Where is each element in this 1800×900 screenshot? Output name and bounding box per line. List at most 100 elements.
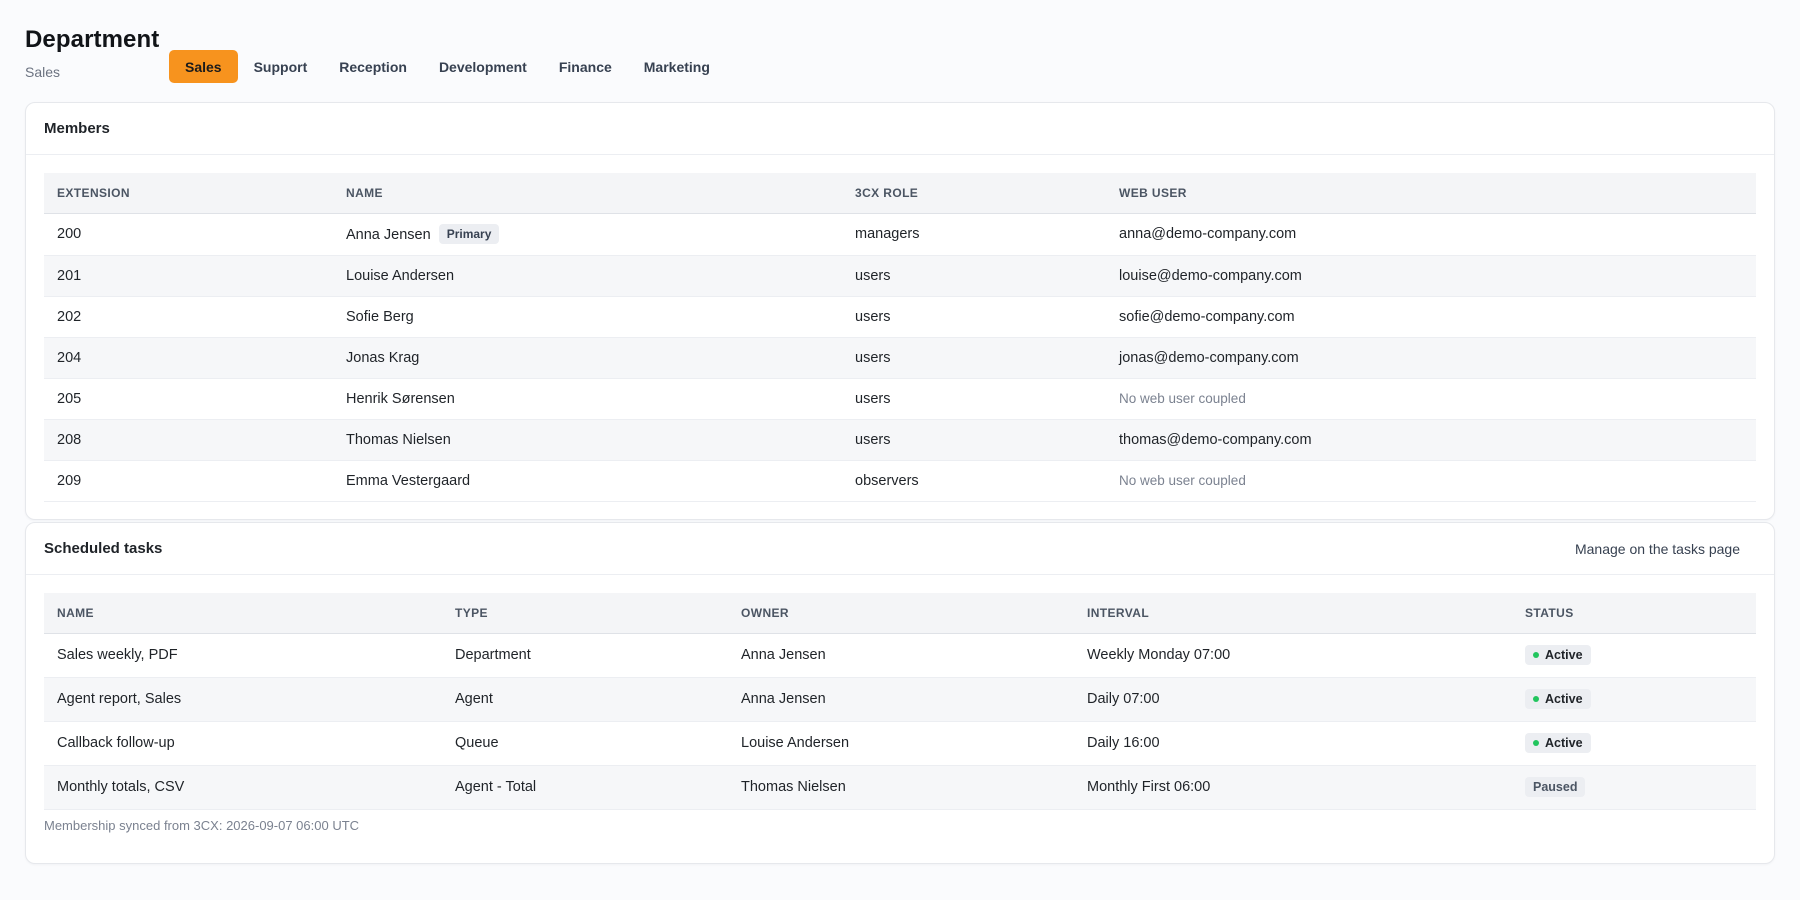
column-header-type[interactable]: TYPE [442,593,728,634]
members-table: EXTENSION NAME 3CX ROLE WEB USER 200 Ann… [44,173,1756,502]
table-row[interactable]: 200 Anna Jensen Primary managers anna@de… [44,213,1756,256]
cell-owner: Louise Andersen [728,721,1074,766]
cell-extension: 208 [44,419,333,461]
cell-web-user-empty: No web user coupled [1106,460,1756,502]
cell-interval: Weekly Monday 07:00 [1074,633,1512,678]
column-header-status[interactable]: STATUS [1512,593,1756,634]
status-badge: Paused [1525,777,1586,797]
cell-name: Sofie Berg [333,296,842,338]
cell-type: Department [442,633,728,678]
cell-web-user: anna@demo-company.com [1106,213,1756,256]
cell-extension: 202 [44,296,333,338]
cell-web-user: thomas@demo-company.com [1106,419,1756,461]
cell-role: managers [842,213,1106,256]
tab-support[interactable]: Support [238,50,324,83]
cell-name: Anna Jensen Primary [333,213,842,256]
cell-name: Emma Vestergaard [333,460,842,502]
cell-type: Agent [442,677,728,722]
column-header-name[interactable]: NAME [44,593,442,634]
column-header-web-user[interactable]: WEB USER [1106,173,1756,214]
status-badge: Active [1525,733,1591,753]
cell-task-name: Sales weekly, PDF [44,633,442,678]
table-row[interactable]: 205 Henrik Sørensen users No web user co… [44,378,1756,420]
table-row[interactable]: 208 Thomas Nielsen users thomas@demo-com… [44,419,1756,461]
page-title: Department [25,26,160,53]
cell-type: Agent - Total [442,765,728,810]
tab-development[interactable]: Development [423,50,543,83]
cell-extension: 200 [44,213,333,256]
table-header-row: EXTENSION NAME 3CX ROLE WEB USER [44,173,1756,214]
status-dot-icon [1533,696,1539,702]
cell-interval: Daily 07:00 [1074,677,1512,722]
column-header-owner[interactable]: OWNER [728,593,1074,634]
manage-tasks-link[interactable]: Manage on the tasks page [1575,541,1756,557]
column-header-role[interactable]: 3CX ROLE [842,173,1106,214]
tasks-title: Scheduled tasks [44,540,163,557]
cell-name: Thomas Nielsen [333,419,842,461]
status-label: Active [1545,692,1583,706]
cell-name: Jonas Krag [333,337,842,379]
page-subtitle: Sales [25,64,61,80]
column-header-interval[interactable]: INTERVAL [1074,593,1512,634]
cell-web-user-empty: No web user coupled [1106,378,1756,420]
cell-role: users [842,337,1106,379]
tab-finance[interactable]: Finance [543,50,628,83]
cell-owner: Anna Jensen [728,677,1074,722]
cell-web-user: louise@demo-company.com [1106,255,1756,297]
tasks-table: NAME TYPE OWNER INTERVAL STATUS Sales we… [44,593,1756,810]
table-row[interactable]: 202 Sofie Berg users sofie@demo-company.… [44,296,1756,338]
column-header-name[interactable]: NAME [333,173,842,214]
table-row[interactable]: Agent report, Sales Agent Anna Jensen Da… [44,677,1756,722]
cell-role: observers [842,460,1106,502]
cell-status: Active [1512,633,1756,678]
cell-owner: Anna Jensen [728,633,1074,678]
scheduled-tasks-card: Scheduled tasks Manage on the tasks page… [25,522,1775,864]
tab-sales[interactable]: Sales [169,50,238,83]
status-dot-icon [1533,740,1539,746]
cell-web-user: sofie@demo-company.com [1106,296,1756,338]
cell-status: Active [1512,721,1756,766]
cell-extension: 204 [44,337,333,379]
department-tabs: Sales Support Reception Development Fina… [169,50,726,83]
tasks-card-header: Scheduled tasks Manage on the tasks page [26,523,1774,575]
cell-type: Queue [442,721,728,766]
table-row[interactable]: Monthly totals, CSV Agent - Total Thomas… [44,765,1756,810]
cell-task-name: Callback follow-up [44,721,442,766]
department-header: Department Sales [25,26,159,80]
cell-name: Louise Andersen [333,255,842,297]
status-label: Active [1545,648,1583,662]
cell-extension: 205 [44,378,333,420]
cell-status: Active [1512,677,1756,722]
table-row[interactable]: Sales weekly, PDF Department Anna Jensen… [44,633,1756,678]
cell-status: Paused [1512,765,1756,810]
member-name: Anna Jensen [346,227,431,243]
sync-footnote: Membership synced from 3CX: 2026-09-07 0… [44,817,360,833]
primary-badge: Primary [438,224,500,244]
tab-reception[interactable]: Reception [323,50,423,83]
cell-role: users [842,255,1106,297]
tab-marketing[interactable]: Marketing [628,50,726,83]
cell-task-name: Agent report, Sales [44,677,442,722]
table-row[interactable]: 204 Jonas Krag users jonas@demo-company.… [44,337,1756,379]
cell-role: users [842,378,1106,420]
cell-role: users [842,296,1106,338]
table-row[interactable]: 201 Louise Andersen users louise@demo-co… [44,255,1756,297]
cell-interval: Monthly First 06:00 [1074,765,1512,810]
cell-role: users [842,419,1106,461]
members-card-header: Members [26,103,1774,155]
members-card: Members EXTENSION NAME 3CX ROLE WEB USER [25,102,1775,520]
status-badge: Active [1525,689,1591,709]
table-row[interactable]: 209 Emma Vestergaard observers No web us… [44,460,1756,502]
cell-name: Henrik Sørensen [333,378,842,420]
cell-interval: Daily 16:00 [1074,721,1512,766]
status-dot-icon [1533,652,1539,658]
table-row[interactable]: Callback follow-up Queue Louise Andersen… [44,721,1756,766]
members-title: Members [44,120,110,137]
status-badge: Active [1525,645,1591,665]
table-header-row: NAME TYPE OWNER INTERVAL STATUS [44,593,1756,634]
column-header-extension[interactable]: EXTENSION [44,173,333,214]
department-page: Department Sales Sales Support Reception… [0,0,1800,900]
status-label: Active [1545,736,1583,750]
cell-task-name: Monthly totals, CSV [44,765,442,810]
status-label: Paused [1533,780,1578,794]
